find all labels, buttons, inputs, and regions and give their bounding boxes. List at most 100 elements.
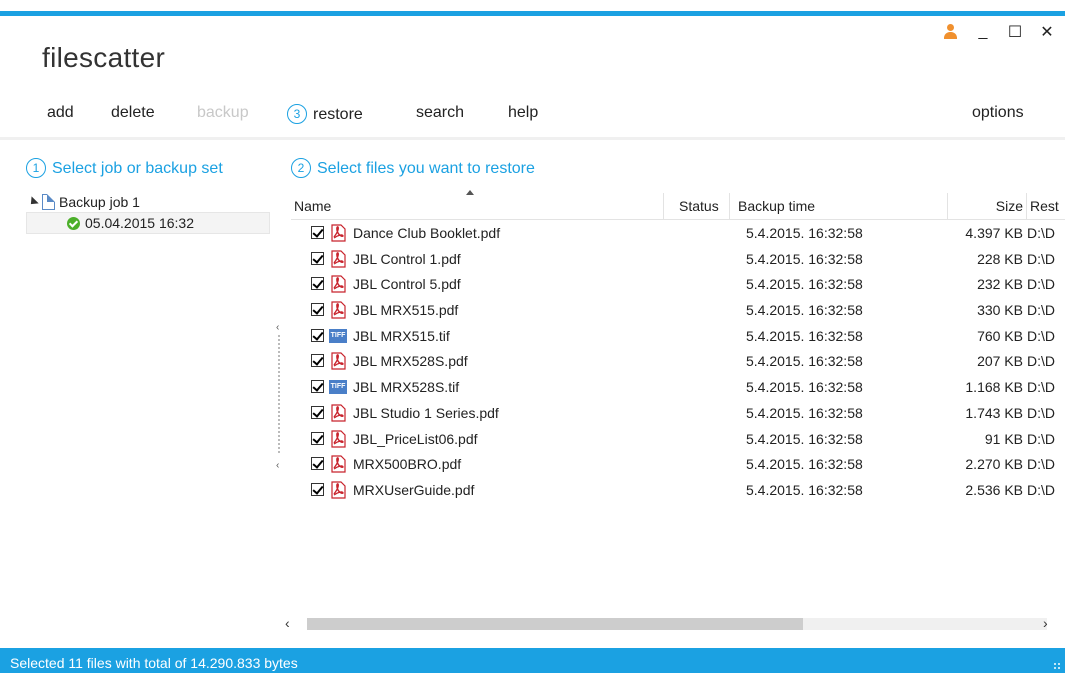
pdf-file-icon bbox=[331, 429, 346, 448]
table-row[interactable]: JBL MRX528S.pdf 5.4.2015. 16:32:58 207 KB D… bbox=[291, 348, 1065, 374]
window-controls: _ ☐ ✕ bbox=[943, 22, 1055, 42]
file-name: JBL Control 1.pdf bbox=[353, 250, 461, 267]
file-restore-path: D:\D bbox=[1027, 481, 1055, 498]
menu-restore[interactable]: 3 restore bbox=[287, 104, 363, 124]
table-row[interactable]: JBL Control 5.pdf 5.4.2015. 16:32:58 232 K… bbox=[291, 271, 1065, 297]
column-header-size[interactable]: Size bbox=[948, 193, 1027, 219]
file-backup-time: 5.4.2015. 16:32:58 bbox=[746, 456, 863, 473]
user-icon[interactable] bbox=[943, 24, 959, 40]
file-checkbox[interactable] bbox=[311, 482, 324, 496]
step-2-icon: 2 bbox=[291, 158, 311, 178]
main-menu: add delete backup 3 restore search help o… bbox=[0, 104, 1065, 130]
status-bar: Selected 11 files with total of 14.290.8… bbox=[0, 648, 1065, 673]
menu-options[interactable]: options bbox=[972, 104, 1024, 122]
file-size: 4.397 KB bbox=[965, 225, 1023, 241]
table-row[interactable]: TIFF JBL MRX515.tif 5.4.2015. 16:32:58 760 … bbox=[291, 323, 1065, 349]
file-name: JBL MRX515.tif bbox=[353, 327, 450, 344]
file-restore-path: D:\D bbox=[1027, 353, 1055, 370]
column-header-status[interactable]: Status bbox=[664, 193, 730, 219]
tiff-file-icon: TIFF bbox=[329, 380, 347, 395]
file-checkbox[interactable] bbox=[311, 405, 324, 419]
file-checkbox[interactable] bbox=[311, 380, 324, 394]
table-row[interactable]: Dance Club Booklet.pdf 5.4.2015. 16:32:58… bbox=[291, 220, 1065, 246]
maximize-icon[interactable]: ☐ bbox=[1007, 22, 1023, 42]
file-restore-path: D:\D bbox=[1027, 404, 1055, 421]
file-checkbox[interactable] bbox=[311, 226, 324, 239]
file-name: Dance Club Booklet.pdf bbox=[353, 225, 501, 241]
close-icon[interactable]: ✕ bbox=[1039, 22, 1055, 42]
horizontal-scrollbar[interactable]: ‹ › bbox=[285, 614, 1065, 634]
file-size: 330 KB bbox=[977, 302, 1023, 319]
file-checkbox[interactable] bbox=[311, 354, 324, 368]
status-text: Selected 11 files with total of 14.290.8… bbox=[10, 655, 298, 671]
file-restore-path: D:\D bbox=[1027, 276, 1055, 293]
file-backup-time: 5.4.2015. 16:32:58 bbox=[746, 276, 863, 293]
tree-item-backup-job[interactable]: Backup job 1 bbox=[26, 192, 270, 212]
file-backup-time: 5.4.2015. 16:32:58 bbox=[746, 430, 863, 447]
job-tree: Backup job 1 05.04.2015 16:32 bbox=[26, 192, 270, 234]
file-backup-time: 5.4.2015. 16:32:58 bbox=[746, 353, 863, 370]
document-icon bbox=[42, 194, 55, 210]
splitter-grip[interactable] bbox=[278, 335, 280, 455]
table-row[interactable]: JBL_PriceList06.pdf 5.4.2015. 16:32:58 91 … bbox=[291, 426, 1065, 452]
menu-delete[interactable]: delete bbox=[111, 104, 155, 122]
file-checkbox[interactable] bbox=[311, 457, 324, 471]
step-3-icon: 3 bbox=[287, 104, 307, 124]
tree-item-label: Backup job 1 bbox=[59, 194, 140, 210]
file-name: JBL MRX515.pdf bbox=[353, 302, 459, 319]
file-restore-path: D:\D bbox=[1027, 379, 1055, 396]
checkmark-ok-icon bbox=[67, 216, 80, 230]
table-row[interactable]: JBL MRX515.pdf 5.4.2015. 16:32:58 330 KB D:… bbox=[291, 297, 1065, 323]
scroll-left-icon[interactable]: ‹ bbox=[285, 615, 290, 631]
splitter-expand-icon[interactable]: ‹ bbox=[276, 460, 279, 471]
file-name: MRX500BRO.pdf bbox=[353, 456, 462, 473]
file-name: JBL Studio 1 Series.pdf bbox=[353, 404, 499, 421]
left-section-heading: 1 Select job or backup set bbox=[26, 158, 270, 178]
file-backup-time: 5.4.2015. 16:32:58 bbox=[746, 404, 863, 421]
step-1-icon: 1 bbox=[26, 158, 46, 178]
file-size: 91 KB bbox=[984, 430, 1023, 447]
file-restore-path: D:\D bbox=[1027, 327, 1055, 344]
menu-add[interactable]: add bbox=[47, 104, 74, 122]
collapse-arrow-icon[interactable] bbox=[27, 196, 39, 208]
pdf-file-icon bbox=[331, 224, 346, 242]
left-heading-text: Select job or backup set bbox=[52, 160, 223, 177]
column-header-backup-time[interactable]: Backup time bbox=[730, 193, 948, 219]
file-checkbox[interactable] bbox=[311, 303, 324, 317]
tiff-file-icon: TIFF bbox=[329, 328, 347, 343]
file-backup-time: 5.4.2015. 16:32:58 bbox=[746, 302, 863, 319]
file-size: 1.743 KB bbox=[965, 404, 1023, 421]
pdf-file-icon bbox=[331, 455, 346, 473]
scroll-thumb[interactable] bbox=[307, 618, 803, 630]
table-row[interactable]: JBL Control 1.pdf 5.4.2015. 16:32:58 228 K… bbox=[291, 246, 1065, 272]
menu-search[interactable]: search bbox=[416, 104, 464, 122]
file-restore-path: D:\D bbox=[1027, 250, 1055, 267]
minimize-icon[interactable]: _ bbox=[975, 23, 991, 41]
column-header-restore-path[interactable]: Rest bbox=[1027, 193, 1065, 219]
tree-item-backup-set[interactable]: 05.04.2015 16:32 bbox=[26, 212, 270, 234]
file-checkbox[interactable] bbox=[311, 277, 324, 291]
file-backup-time: 5.4.2015. 16:32:58 bbox=[746, 379, 863, 396]
file-size: 2.270 KB bbox=[965, 456, 1023, 473]
file-checkbox[interactable] bbox=[311, 431, 324, 445]
column-header-name[interactable]: Name bbox=[291, 193, 664, 219]
file-restore-path: D:\D bbox=[1027, 430, 1055, 447]
grid-header: Name Status Backup time Size Rest bbox=[291, 193, 1065, 220]
file-checkbox[interactable] bbox=[311, 251, 324, 265]
menu-backup[interactable]: backup bbox=[197, 104, 249, 122]
menu-help[interactable]: help bbox=[508, 104, 538, 122]
scroll-right-icon[interactable]: › bbox=[1043, 615, 1048, 631]
file-name: JBL Control 5.pdf bbox=[353, 276, 461, 293]
table-row[interactable]: TIFF JBL MRX528S.tif 5.4.2015. 16:32:58 1.1… bbox=[291, 374, 1065, 400]
pdf-file-icon bbox=[331, 352, 346, 371]
splitter-collapse-icon[interactable]: ‹ bbox=[276, 322, 279, 333]
file-checkbox[interactable] bbox=[311, 328, 324, 342]
resize-grip-icon[interactable] bbox=[1053, 662, 1061, 670]
file-name: JBL MRX528S.tif bbox=[353, 379, 460, 396]
panel-splitter[interactable]: ‹ ‹ bbox=[276, 320, 282, 480]
file-backup-time: 5.4.2015. 16:32:58 bbox=[746, 250, 863, 267]
window-accent-border bbox=[0, 11, 1065, 16]
table-row[interactable]: JBL Studio 1 Series.pdf 5.4.2015. 16:32:5… bbox=[291, 400, 1065, 426]
table-row[interactable]: MRX500BRO.pdf 5.4.2015. 16:32:58 2.270 KB D… bbox=[291, 451, 1065, 477]
table-row[interactable]: MRXUserGuide.pdf 5.4.2015. 16:32:58 2.536 … bbox=[291, 477, 1065, 503]
